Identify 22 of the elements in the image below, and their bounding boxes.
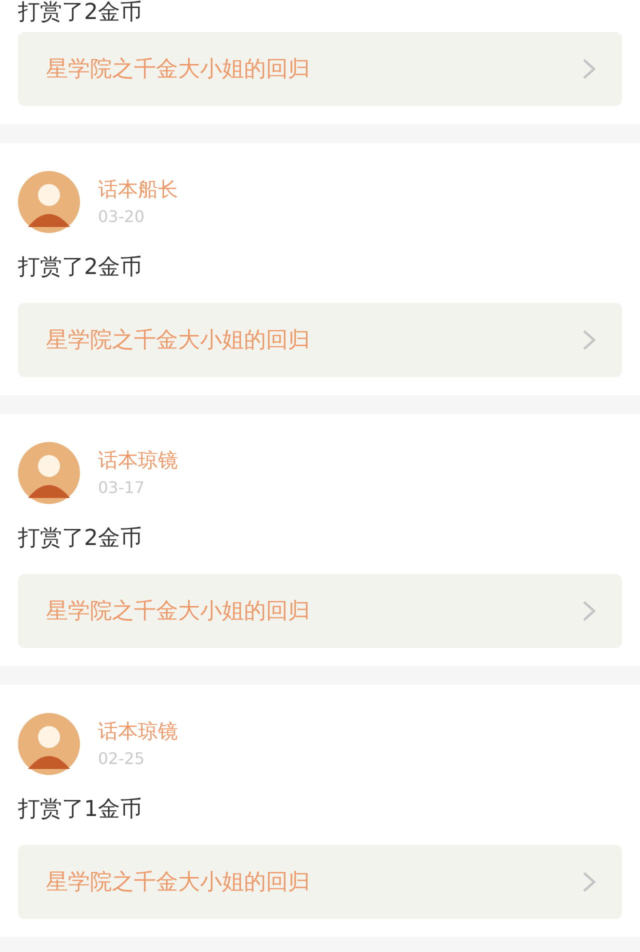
avatar-icon [18, 713, 80, 775]
chevron-right-icon [582, 600, 596, 622]
book-link[interactable]: 星学院之千金大小姐的回归 [18, 845, 622, 919]
book-link[interactable]: 星学院之千金大小姐的回归 [18, 303, 622, 377]
book-title: 星学院之千金大小姐的回归 [46, 598, 310, 626]
user-name: 话本船长 [98, 177, 178, 201]
chevron-right-icon [582, 329, 596, 351]
avatar-icon [18, 171, 80, 233]
book-title: 星学院之千金大小姐的回归 [46, 869, 310, 897]
book-title: 星学院之千金大小姐的回归 [46, 56, 310, 84]
chevron-right-icon [582, 58, 596, 80]
book-link[interactable]: 星学院之千金大小姐的回归 [18, 574, 622, 648]
reward-text: 打赏了2金币 [18, 0, 143, 26]
reward-text: 打赏了1金币 [18, 797, 143, 823]
user-name: 话本琼镜 [98, 719, 178, 743]
reward-text: 打赏了2金币 [18, 255, 143, 281]
chevron-right-icon [582, 871, 596, 893]
user-name: 话本琼镜 [98, 448, 178, 472]
book-title: 星学院之千金大小姐的回归 [46, 327, 310, 355]
reward-text: 打赏了2金币 [18, 526, 143, 552]
book-link[interactable]: 星学院之千金大小姐的回归 [18, 32, 622, 106]
avatar-icon [18, 442, 80, 504]
